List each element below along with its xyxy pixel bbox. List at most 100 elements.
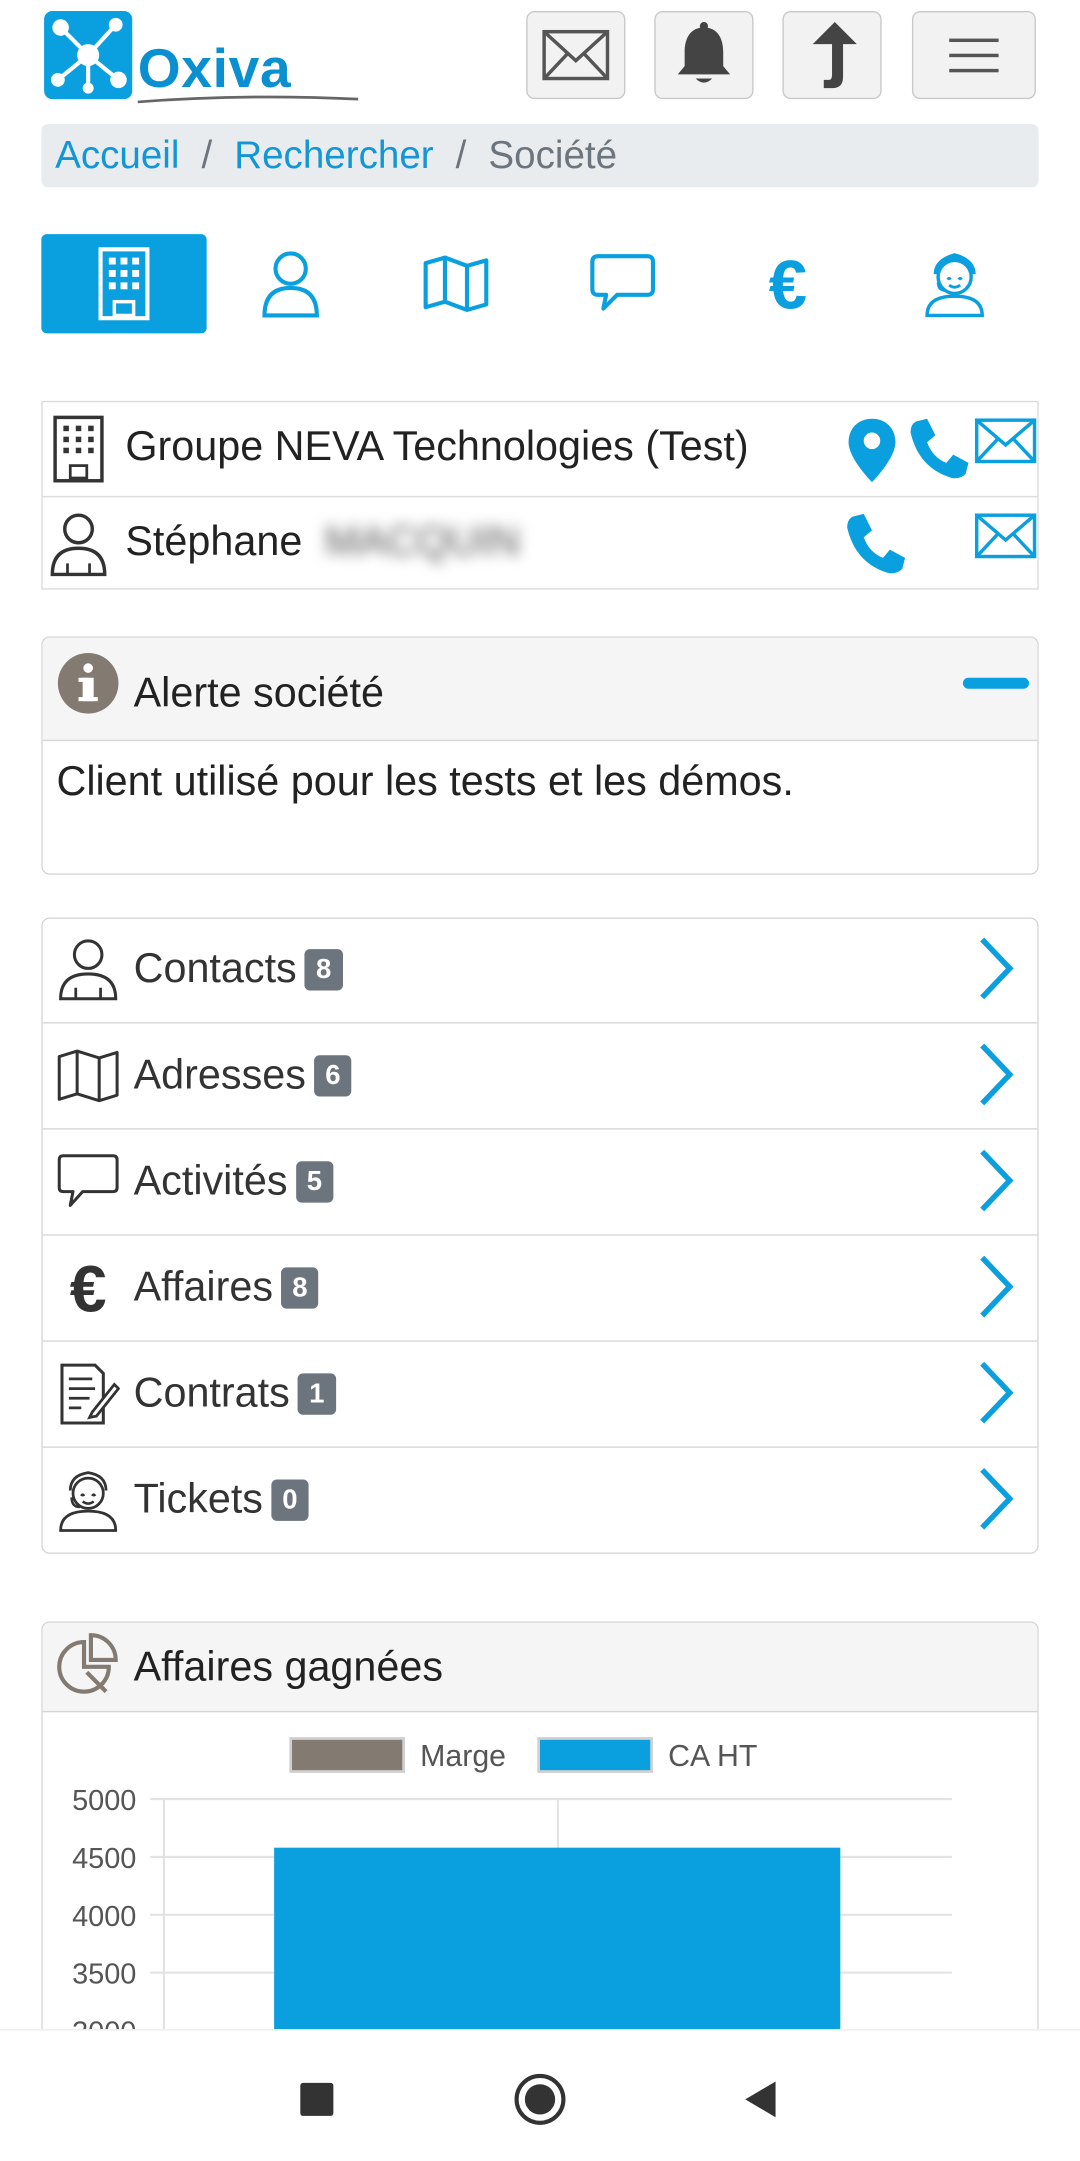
list-item-tickets[interactable]: Tickets 0: [43, 1449, 1038, 1552]
company-email-button[interactable]: [974, 416, 1037, 466]
chart-panel-header: Affaires gagnées: [42, 1622, 1038, 1713]
count-badge: 5: [295, 1161, 334, 1203]
support-agent-icon: [925, 253, 984, 318]
home-button[interactable]: [510, 2069, 571, 2130]
svg-text:€: €: [769, 251, 807, 317]
company-location-button[interactable]: [844, 416, 899, 485]
company-row: Groupe NEVA Technologies (Test): [43, 402, 1038, 496]
legend-label: CA HT: [668, 1740, 757, 1773]
chart-title: Affaires gagnées: [133, 1644, 444, 1691]
breadcrumb-rechercher[interactable]: Rechercher: [234, 134, 433, 178]
chevron-right-icon: [980, 937, 1014, 1000]
euro-icon: €: [54, 1254, 123, 1323]
breadcrumb: Accueil / Rechercher / Société: [41, 123, 1039, 188]
info-icon: [56, 652, 119, 722]
logo-text: Oxiva: [137, 38, 292, 100]
android-navigation-bar: [0, 2029, 1080, 2161]
contact-row: Stéphane MACQUIN: [42, 495, 1038, 591]
svg-text:€: €: [70, 1256, 107, 1319]
alert-title: Alerte société: [133, 670, 385, 717]
building-icon: [48, 413, 109, 485]
list-item-contacts[interactable]: Contacts 8: [42, 919, 1038, 1024]
company-alert-panel: Alerte société Client utilisé pour les t…: [41, 636, 1039, 875]
count-badge: 1: [298, 1373, 336, 1415]
company-info-card: Groupe NEVA Technologies (Test) Stéphane…: [41, 400, 1039, 591]
logo-network-icon: [44, 11, 133, 100]
chevron-right-icon: [980, 1361, 1014, 1424]
recent-apps-button[interactable]: [287, 2069, 348, 2130]
logo-swoosh: [137, 95, 359, 104]
y-tick-label: 3500: [72, 1959, 136, 1991]
won-deals-panel: Affaires gagnées Marge CA HT 5000 4500 4000 3…: [41, 1621, 1039, 2076]
tab-tickets[interactable]: [872, 234, 1037, 333]
section-tabs: €: [41, 234, 1038, 334]
app-header: Oxiva: [0, 0, 1080, 111]
legend-label: Marge: [420, 1740, 506, 1773]
alert-header: Alerte société: [42, 637, 1038, 742]
legend-swatch: [537, 1737, 653, 1773]
mail-icon: [542, 29, 610, 81]
oxiva-logo[interactable]: Oxiva: [44, 11, 359, 104]
upload-button[interactable]: [782, 11, 882, 100]
messages-button[interactable]: [526, 11, 626, 100]
person-icon: [262, 251, 319, 318]
chevron-right-icon: [980, 1149, 1014, 1212]
map-pin-icon: [848, 418, 896, 483]
list-item-label: Activités: [133, 1158, 288, 1204]
mail-icon: [974, 418, 1037, 464]
person-icon: [54, 935, 123, 1004]
speech-bubble-icon: [54, 1147, 123, 1216]
list-item-contracts[interactable]: Contrats 1: [42, 1343, 1038, 1448]
home-circle-icon: [514, 2073, 566, 2125]
contact-email-button[interactable]: [974, 511, 1037, 561]
count-badge: 8: [281, 1267, 319, 1309]
breadcrumb-accueil[interactable]: Accueil: [55, 134, 179, 178]
contact-call-button[interactable]: [842, 511, 908, 577]
company-call-button[interactable]: [905, 416, 971, 482]
tab-contacts[interactable]: [208, 234, 373, 333]
euro-icon: €: [769, 251, 807, 317]
hamburger-icon: [949, 38, 999, 73]
notifications-button[interactable]: [654, 11, 754, 100]
collapse-button[interactable]: [962, 677, 1030, 689]
back-button[interactable]: [730, 2069, 791, 2130]
list-item-label: Tickets: [133, 1476, 263, 1523]
map-icon: [423, 255, 489, 313]
chevron-right-icon: [980, 1467, 1014, 1530]
phone-icon: [910, 418, 969, 479]
speech-bubble-icon: [590, 254, 656, 311]
square-icon: [300, 2082, 334, 2116]
list-item-activities[interactable]: Activités 5: [42, 1131, 1038, 1236]
bell-icon: [677, 22, 731, 83]
breadcrumb-current: Société: [488, 133, 618, 177]
alert-message: Client utilisé pour les tests et les dém…: [56, 759, 794, 805]
y-tick-label: 5000: [72, 1785, 136, 1817]
contact-last-name-blurred: MACQUIN: [324, 519, 520, 565]
won-deals-chart: MargeCA HT50004500400035003000: [72, 1737, 952, 2075]
company-name: Groupe NEVA Technologies (Test): [125, 424, 749, 470]
count-badge: 0: [271, 1479, 309, 1521]
list-item-label: Affaires: [133, 1264, 273, 1311]
tab-deals[interactable]: €: [705, 234, 870, 333]
tab-activities[interactable]: [540, 234, 705, 333]
legend-swatch: [289, 1737, 405, 1773]
phone-icon: [847, 513, 906, 574]
map-icon: [54, 1041, 123, 1110]
y-tick-label: 4500: [72, 1843, 136, 1875]
arrow-up-icon: [812, 22, 857, 89]
chevron-right-icon: [980, 1043, 1014, 1106]
breadcrumb-separator: /: [201, 133, 213, 177]
list-item-addresses[interactable]: Adresses 6: [42, 1025, 1038, 1130]
contact-name: Stéphane MACQUIN: [125, 519, 520, 566]
count-badge: 6: [314, 1055, 352, 1097]
tab-company[interactable]: [41, 234, 207, 334]
pie-chart-icon: [54, 1631, 120, 1704]
list-item-deals[interactable]: € Affaires 8: [42, 1237, 1038, 1342]
chevron-right-icon: [980, 1255, 1014, 1318]
contract-icon: [54, 1360, 123, 1429]
tab-addresses[interactable]: [373, 234, 538, 333]
contact-first-name: Stéphane: [125, 519, 303, 565]
list-item-label: Contrats: [133, 1370, 290, 1417]
menu-button[interactable]: [911, 11, 1036, 100]
person-icon: [48, 508, 109, 580]
